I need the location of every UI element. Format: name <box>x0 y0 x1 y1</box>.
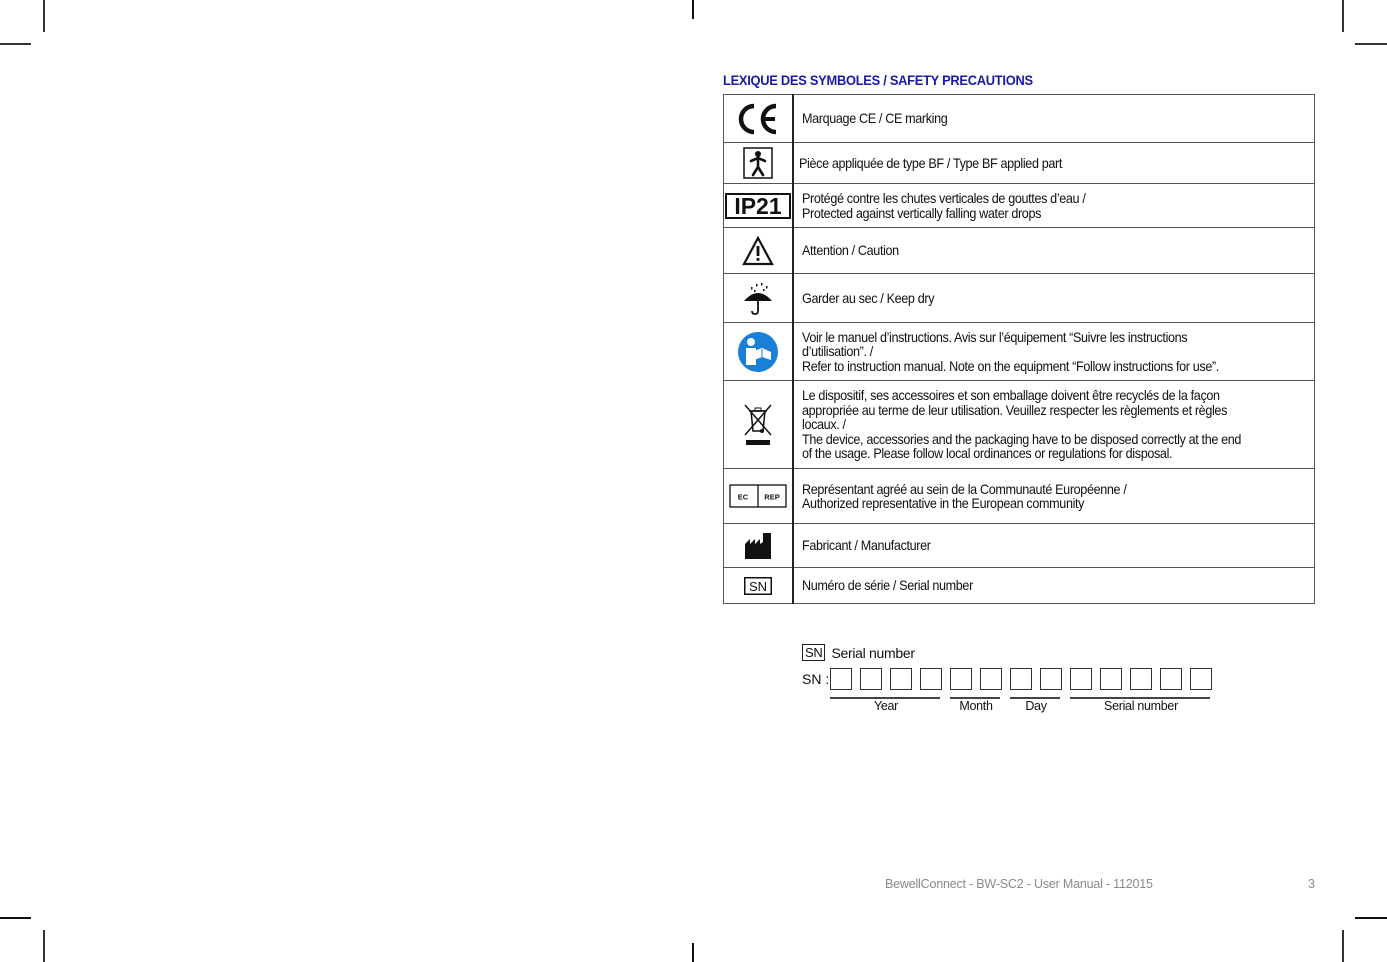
svg-text:IP21: IP21 <box>734 193 782 219</box>
table-row: Le dispositif, ses accessoires et son em… <box>723 380 1315 469</box>
serial-digit-box[interactable] <box>1130 668 1152 690</box>
symbols-table: Marquage CE / CE marking Pièce appliquée… <box>723 94 1315 604</box>
section-title: LEXIQUE DES SYMBOLES / SAFETY PRECAUTION… <box>723 72 1033 88</box>
serial-digit-box[interactable] <box>980 668 1002 690</box>
icon-cell <box>723 322 794 381</box>
table-row: Pièce appliquée de type BF / Type BF app… <box>723 142 1315 184</box>
table-row: Fabricant / Manufacturer <box>723 523 1315 568</box>
serial-number-heading: SN Serial number <box>802 644 915 661</box>
icon-cell: IP21 <box>723 183 794 228</box>
footer-text: BewellConnect - BW-SC2 - User Manual - 1… <box>885 877 1153 891</box>
crop-mark <box>1355 917 1387 919</box>
symbol-description: Représentant agréé au sein de la Communa… <box>792 468 1315 524</box>
symbol-description: Fabricant / Manufacturer <box>792 523 1315 568</box>
serial-number-boxes: SN : <box>802 668 1220 690</box>
crop-mark <box>692 0 694 19</box>
serial-number-form: SN Serial number SN : Year Month Day Serial… <box>802 644 1212 713</box>
icon-cell: EC REP <box>723 468 794 524</box>
crop-mark <box>0 43 31 45</box>
serial-digit-box[interactable] <box>1010 668 1032 690</box>
symbol-description: Attention / Caution <box>792 227 1315 274</box>
symbol-description: Garder au sec / Keep dry <box>792 273 1315 323</box>
icon-cell <box>723 227 794 274</box>
icon-cell <box>723 142 794 184</box>
type-bf-applied-part-icon <box>743 147 773 179</box>
serial-digit-box[interactable] <box>860 668 882 690</box>
table-row: Marquage CE / CE marking <box>723 94 1315 143</box>
crop-mark <box>1342 0 1344 32</box>
ip21-icon: IP21 <box>725 192 791 219</box>
symbol-description: Numéro de série / Serial number <box>792 567 1315 604</box>
keep-dry-umbrella-icon <box>744 283 772 315</box>
table-row: EC REP Représentant agréé au sein de la … <box>723 468 1315 524</box>
manufacturer-factory-icon <box>745 532 771 559</box>
crop-mark <box>43 930 45 962</box>
crop-mark <box>0 917 31 919</box>
serial-digit-box[interactable] <box>950 668 972 690</box>
symbol-description: Protégé contre les chutes verticales de … <box>792 183 1315 228</box>
svg-text:SN: SN <box>749 579 767 594</box>
symbol-description: Marquage CE / CE marking <box>792 94 1315 143</box>
icon-cell <box>723 273 794 323</box>
ec-rep-icon: EC REP <box>729 484 787 508</box>
serial-digit-box[interactable] <box>830 668 852 690</box>
group-label: Month <box>959 699 993 713</box>
ce-marking-icon <box>738 103 777 134</box>
icon-cell: SN <box>723 567 794 604</box>
crop-mark <box>43 0 45 32</box>
icon-cell <box>723 94 794 143</box>
symbol-description: Le dispositif, ses accessoires et son em… <box>792 380 1315 469</box>
table-row: Voir le manuel d’instructions. Avis sur … <box>723 322 1315 381</box>
caution-warning-icon <box>742 235 774 265</box>
serial-digit-box[interactable] <box>1190 668 1212 690</box>
group-label: Serial number <box>1104 699 1178 713</box>
sn-badge: SN <box>802 644 826 661</box>
serial-number-icon: SN <box>744 576 772 595</box>
serial-digit-box[interactable] <box>1160 668 1182 690</box>
symbol-description: Pièce appliquée de type BF / Type BF app… <box>792 142 1315 184</box>
instruction-manual-icon <box>738 331 778 372</box>
table-row: Garder au sec / Keep dry <box>723 273 1315 323</box>
serial-digit-box[interactable] <box>1100 668 1122 690</box>
table-row: IP21 Protégé contre les chutes verticale… <box>723 183 1315 228</box>
page-number: 3 <box>1308 877 1315 891</box>
table-row: SN Numéro de série / Serial number <box>723 567 1315 604</box>
crop-mark <box>692 943 694 962</box>
group-label: Day <box>1025 699 1047 713</box>
svg-text:REP: REP <box>764 493 779 502</box>
group-label: Year <box>873 699 899 713</box>
serial-digit-box[interactable] <box>1040 668 1062 690</box>
crop-mark <box>1342 930 1344 962</box>
serial-digit-box[interactable] <box>890 668 912 690</box>
table-row: Attention / Caution <box>723 227 1315 274</box>
serial-digit-box[interactable] <box>920 668 942 690</box>
crop-mark <box>1355 43 1387 45</box>
sn-row-label: SN : <box>802 671 830 687</box>
serial-digit-box[interactable] <box>1070 668 1092 690</box>
svg-text:EC: EC <box>738 493 749 502</box>
icon-cell <box>723 380 794 469</box>
icon-cell <box>723 523 794 568</box>
weee-crossed-bin-icon <box>744 404 772 445</box>
symbol-description: Voir le manuel d’instructions. Avis sur … <box>792 322 1315 381</box>
serial-heading-label: Serial number <box>831 644 915 661</box>
